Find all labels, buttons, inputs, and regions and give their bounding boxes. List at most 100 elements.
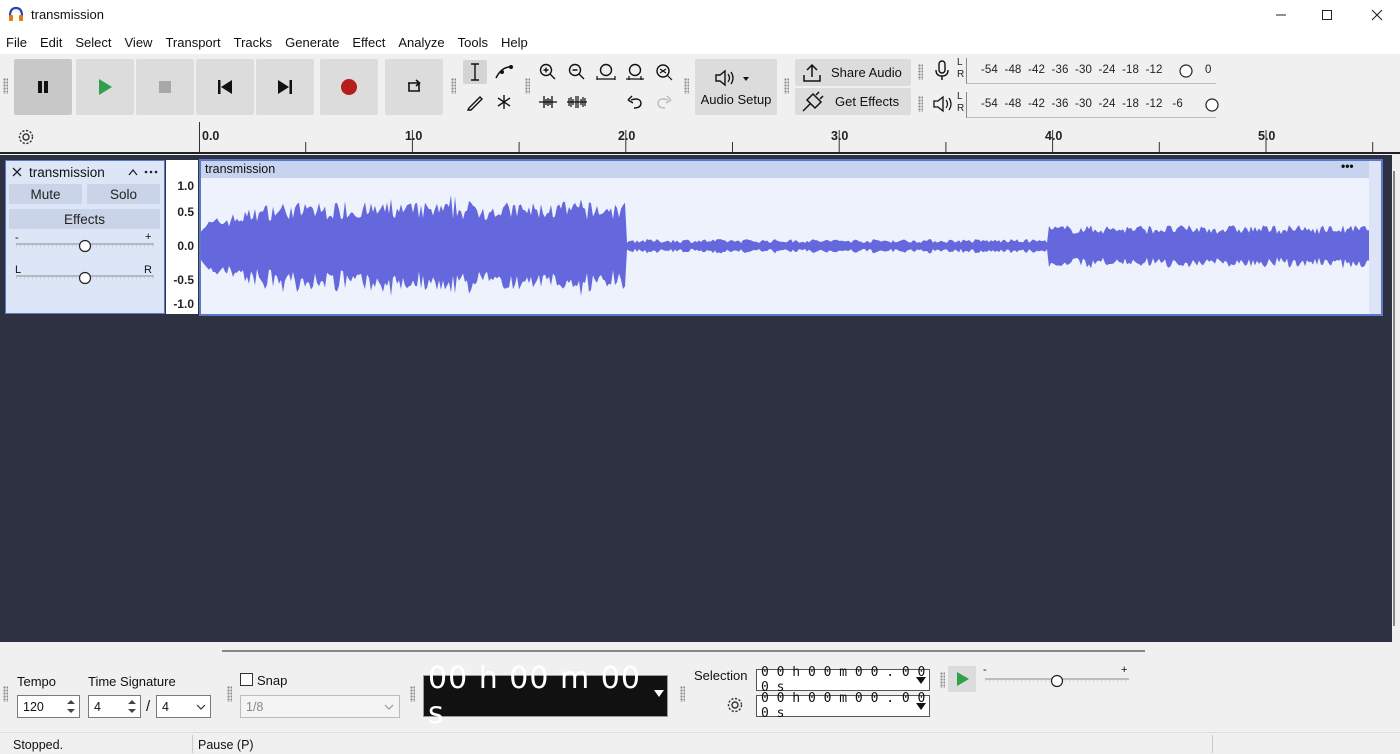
zoom-in-button[interactable] (536, 60, 560, 84)
close-track-icon[interactable] (12, 167, 22, 177)
menu-select[interactable]: Select (75, 35, 111, 50)
get-effects-button[interactable]: Get Effects (795, 88, 911, 115)
play-at-speed-button[interactable] (948, 666, 976, 692)
snap-select[interactable]: 1/8 (240, 695, 400, 718)
toolbar-grip[interactable] (525, 78, 530, 94)
skip-to-end-button[interactable] (256, 59, 314, 115)
close-window-button[interactable] (1354, 0, 1400, 30)
effects-button[interactable]: Effects (9, 209, 160, 229)
toolbar-grip[interactable] (918, 64, 923, 80)
snap-checkbox[interactable] (240, 673, 253, 686)
undo-button[interactable] (623, 90, 647, 114)
zoom-toggle-button[interactable] (652, 60, 676, 84)
dropdown-triangle-icon[interactable] (916, 677, 926, 685)
loop-button[interactable] (385, 59, 443, 115)
trim-audio-button[interactable] (536, 90, 560, 114)
menu-transport[interactable]: Transport (165, 35, 220, 50)
fit-project-button[interactable] (623, 60, 647, 84)
timeline-ruler[interactable]: 0.0 1.0 2.0 3.0 4.0 5.0 (0, 122, 1400, 154)
envelope-tool[interactable] (492, 60, 516, 84)
track-control-panel[interactable]: transmission Mute Solo Effects - + L R (5, 160, 165, 314)
clip-title-bar[interactable]: transmission ••• (201, 159, 1369, 178)
undo-icon (627, 95, 642, 109)
waveform-area[interactable] (201, 178, 1369, 314)
audacity-logo-icon (8, 6, 24, 21)
dropdown-triangle-icon[interactable] (916, 703, 926, 711)
menu-edit[interactable]: Edit (40, 35, 62, 50)
spinner-arrows-icon[interactable] (65, 698, 77, 715)
minimize-icon (1276, 14, 1286, 16)
record-meter[interactable]: -54 -48 -42 -36 -30 -24 -18 -12 0 (966, 58, 1216, 84)
timeline-settings-gear-icon[interactable] (17, 128, 35, 146)
menu-tracks[interactable]: Tracks (234, 35, 273, 50)
zoom-out-button[interactable] (565, 60, 589, 84)
track-menu-dots-icon[interactable] (144, 170, 158, 174)
clip-name: transmission (205, 162, 276, 176)
vertical-amplitude-ruler[interactable]: 1.0 0.5 0.0 -0.5 -1.0 (166, 160, 199, 314)
playback-speed-slider[interactable] (983, 673, 1131, 689)
ts-denominator-select[interactable]: 4 (156, 695, 211, 718)
vruler-label: -0.5 (173, 273, 194, 287)
horizontal-scroll-thumb[interactable] (222, 650, 1145, 652)
toolbar-grip[interactable] (451, 78, 456, 94)
pause-button[interactable] (14, 59, 72, 115)
time-format-dropdown-icon[interactable] (654, 690, 664, 698)
solo-button[interactable]: Solo (87, 184, 160, 204)
skip-to-start-button[interactable] (196, 59, 254, 115)
audio-setup-button[interactable]: Audio Setup (695, 59, 777, 115)
toolbar-grip[interactable] (680, 686, 685, 702)
clip-menu-icon[interactable]: ••• (1341, 159, 1354, 173)
menu-generate[interactable]: Generate (285, 35, 339, 50)
toolbar-grip[interactable] (940, 672, 945, 688)
maximize-button[interactable] (1304, 0, 1350, 30)
minimize-button[interactable] (1258, 0, 1304, 30)
multi-tool[interactable] (492, 90, 516, 114)
vertical-scroll-thumb[interactable] (1393, 171, 1395, 626)
mute-button[interactable]: Mute (9, 184, 82, 204)
chevron-down-icon (384, 704, 394, 710)
share-audio-button[interactable]: Share Audio (795, 59, 911, 86)
redo-button[interactable] (652, 90, 676, 114)
play-icon (957, 672, 969, 686)
vertical-scrollbar[interactable] (1392, 155, 1400, 642)
selection-settings-gear-icon[interactable] (726, 696, 744, 714)
menu-view[interactable]: View (125, 35, 153, 50)
toolbar-grip[interactable] (227, 686, 232, 702)
playback-meter[interactable]: -54 -48 -42 -36 -30 -24 -18 -12 -6 (966, 92, 1219, 118)
i-beam-icon (471, 63, 479, 81)
selection-tool[interactable] (463, 60, 487, 84)
fit-selection-button[interactable] (594, 60, 618, 84)
upload-icon (803, 63, 821, 82)
silence-audio-button[interactable] (565, 90, 589, 114)
toolbar-grip[interactable] (918, 96, 923, 112)
trim-icon (539, 96, 557, 108)
toolbar-grip[interactable] (684, 78, 689, 94)
stop-button[interactable] (136, 59, 194, 115)
gain-slider[interactable] (14, 238, 156, 254)
play-button[interactable] (76, 59, 134, 115)
toolbar-grip[interactable] (410, 686, 415, 702)
speaker-dropdown-icon (715, 69, 749, 86)
ts-numerator-input[interactable]: 4 (88, 695, 141, 718)
menu-file[interactable]: File (6, 35, 27, 50)
collapse-chevron-icon[interactable] (127, 167, 139, 177)
pan-slider[interactable] (14, 270, 156, 286)
record-button[interactable] (320, 59, 378, 115)
track-name[interactable]: transmission (29, 165, 105, 180)
toolbar-grip[interactable] (784, 78, 789, 94)
toolbar-grip[interactable] (3, 78, 8, 94)
time-display[interactable]: 00 h 00 m 00 s (423, 661, 668, 731)
tempo-value: 120 (23, 699, 44, 714)
menu-effect[interactable]: Effect (352, 35, 385, 50)
pause-icon (38, 81, 48, 93)
menu-help[interactable]: Help (501, 35, 528, 50)
draw-tool[interactable] (463, 90, 487, 114)
tempo-input[interactable]: 120 (17, 695, 80, 718)
menu-tools[interactable]: Tools (458, 35, 488, 50)
selection-end-field[interactable]: 0 0 h 0 0 m 0 0 . 0 0 0 s (756, 691, 930, 721)
toolbar-grip[interactable] (3, 686, 8, 702)
horizontal-scrollbar[interactable] (0, 642, 1400, 660)
menu-analyze[interactable]: Analyze (398, 35, 444, 50)
selection-start-field[interactable]: 0 0 h 0 0 m 0 0 . 0 0 0 s (756, 665, 930, 695)
spinner-arrows-icon[interactable] (126, 698, 138, 715)
